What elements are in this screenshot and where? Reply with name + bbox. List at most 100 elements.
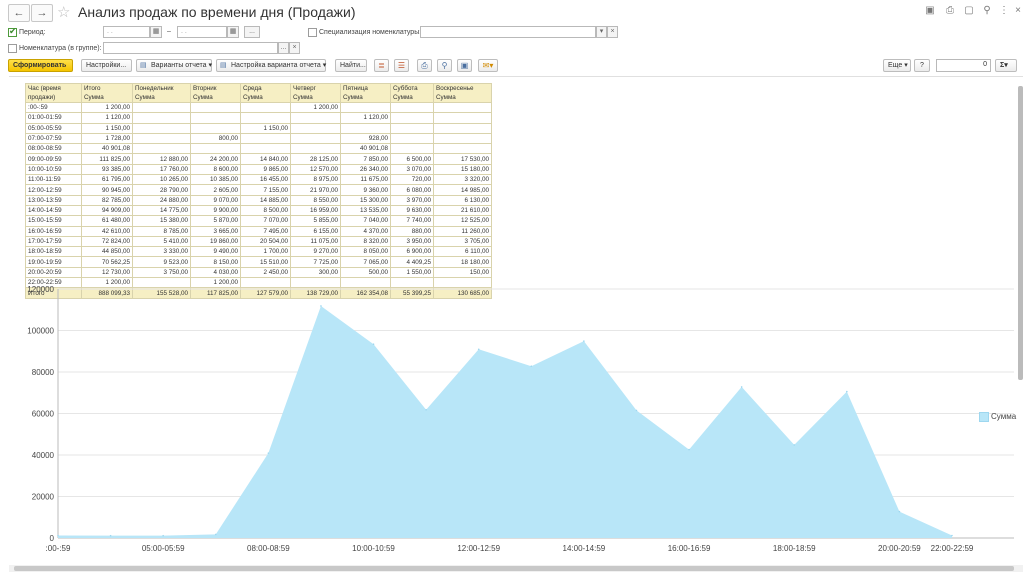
find-button[interactable]: Найти... [335,59,367,72]
forward-button[interactable]: → [31,4,53,22]
generate-button[interactable]: Сформировать [8,59,73,72]
amount-cell: 1 700,00 [240,246,291,258]
amount-cell: 21 970,00 [290,184,341,196]
amount-cell: 1 120,00 [340,112,391,124]
header-tuesday: Вторник Сумма [190,83,241,103]
hour-cell: 18:00-18:59 [25,246,82,258]
more-label: Еще [888,62,903,69]
expand-icon[interactable]: ≣ [374,59,389,72]
print-icon[interactable]: ⎙ [417,59,432,72]
amount-cell: 15 380,00 [132,215,191,227]
amount-cell: 9 490,00 [190,246,241,258]
star-icon[interactable]: ☆ [57,3,70,21]
hour-cell: 19:00-19:59 [25,256,82,268]
data-point [951,534,953,537]
link-icon[interactable]: ⚲ [980,5,994,16]
data-point [372,343,375,346]
nomen-field[interactable] [103,42,278,54]
help-button[interactable]: ? [914,59,930,72]
amount-cell: 1 728,00 [81,132,133,145]
amount-cell [132,143,191,155]
amount-cell: 6 900,00 [390,246,434,258]
send-icon[interactable]: ✉▾ [478,59,498,72]
table-row: 20:00-20:59 12 730,00 3 750,00 4 030,00 2 45… [25,266,492,279]
table-row: 18:00-18:59 44 850,00 3 330,00 9 490,00 1 70… [25,246,492,258]
spec-clear-icon[interactable]: × [607,26,618,38]
amount-cell [390,101,434,114]
nomen-select-button[interactable]: ... [278,42,289,54]
report-variants-button[interactable]: ▤ Варианты отчета ▾ [136,59,212,72]
amount-cell: 3 750,00 [132,266,191,279]
calendar-to-icon[interactable]: ▦ [227,26,239,38]
amount-cell: 14 985,00 [433,184,492,196]
y-tick-label: 40000 [32,451,55,460]
amount-cell [433,132,492,145]
table-row: 17:00-17:59 72 824,00 5 410,00 19 860,00 20 … [25,235,492,248]
variant-settings-button[interactable]: ▤ Настройка варианта отчета ▾ [216,59,326,72]
data-point [793,444,796,446]
y-tick-label: 120000 [27,285,54,294]
settings-button[interactable]: Настройки... [81,59,132,72]
table-row: 09:00-09:59 111 825,00 12 880,00 24 200,00 1… [25,153,492,165]
header-sunday: Воскресенье Сумма [433,83,492,103]
amount-cell: 18 180,00 [433,256,492,268]
table-row: 01:00-01:59 1 120,00 1 120,00 [25,112,492,124]
preview-icon[interactable]: ⚲ [437,59,452,72]
amount-cell: 8 500,00 [240,204,291,217]
save-icon[interactable]: ▣ [923,5,937,16]
amount-cell: 1 200,00 [81,101,133,114]
period-checkbox[interactable] [8,26,17,37]
data-point [109,534,112,537]
amount-cell: 7 155,00 [240,184,291,196]
amount-cell: 3 330,00 [132,246,191,258]
data-point [583,340,585,342]
period-from-field[interactable]: . . [103,26,150,38]
report-table: Час (время продажи) Итого Сумма Понедельни… [25,83,492,300]
save-icon[interactable]: ▣ [457,59,472,72]
amount-cell [132,112,191,124]
period-to-field[interactable]: . . [177,26,227,38]
close-icon[interactable]: × [1011,5,1024,16]
amount-cell: 300,00 [290,266,341,279]
amount-cell: 5 410,00 [132,235,191,248]
amount-cell: 11 260,00 [433,225,492,237]
spec-dropdown-icon[interactable]: ▾ [596,26,607,38]
data-point [425,408,427,411]
sum-counter-field[interactable]: 0 [936,59,991,72]
amount-cell [240,101,291,114]
nomen-clear-icon[interactable]: × [289,42,300,54]
calendar-from-icon[interactable]: ▦ [150,26,162,38]
open-window-icon[interactable]: ▢ [962,5,976,16]
header-saturday: Суббота Сумма [390,83,434,103]
amount-cell: 7 040,00 [340,215,391,227]
amount-cell: 14 840,00 [240,153,291,165]
more-menu-icon[interactable]: ⋮ [997,5,1011,16]
amount-cell: 17 760,00 [132,163,191,176]
hour-cell: 15:00-15:59 [25,215,82,227]
horizontal-scrollbar[interactable] [14,566,1014,571]
spec-field[interactable] [420,26,596,38]
amount-cell: 6 500,00 [390,153,434,165]
legend-label-summa: Сумма [991,412,1017,421]
amount-cell [290,132,341,145]
amount-cell: 93 385,00 [81,163,133,176]
x-tick-label: 16:00-16:59 [668,544,711,553]
amount-cell: 5 855,00 [290,215,341,227]
amount-cell: 7 740,00 [390,215,434,227]
vertical-scrollbar[interactable] [1018,86,1023,380]
sum-button[interactable]: Σ▾ [995,59,1017,72]
print-icon[interactable]: ⎙ [943,5,957,16]
amount-cell [433,101,492,114]
amount-cell: 70 562,25 [81,256,133,268]
spec-checkbox[interactable] [308,28,317,37]
amount-cell: 3 970,00 [390,194,434,206]
nomen-checkbox[interactable] [8,44,17,53]
header-total: Итого Сумма [81,83,133,103]
period-select-button[interactable]: ... [244,26,260,38]
more-button[interactable]: Еще ▾ [883,59,911,72]
back-button[interactable]: ← [8,4,30,22]
amount-cell: 19 860,00 [190,235,241,248]
collapse-icon[interactable]: ☰ [394,59,409,72]
header-thursday: Четверг Сумма [290,83,341,103]
hour-cell: 01:00-01:59 [25,112,82,124]
